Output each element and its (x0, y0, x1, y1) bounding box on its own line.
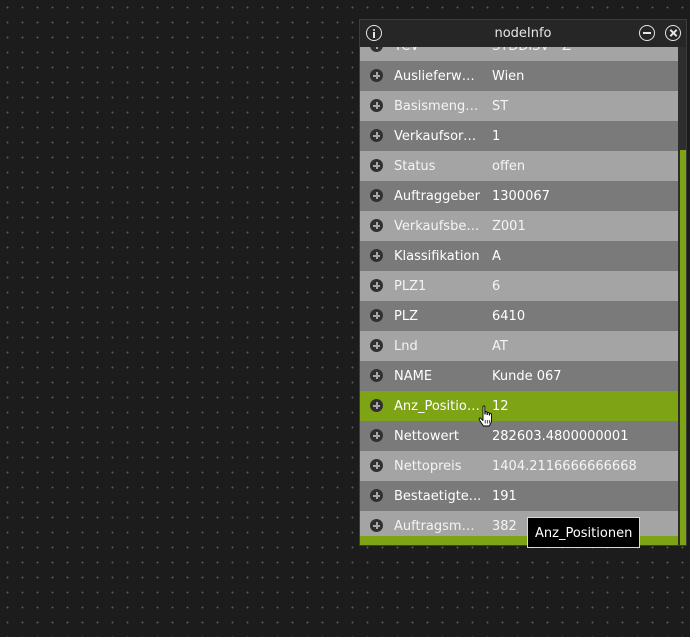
property-key: Auftragsmen... (394, 519, 482, 534)
property-row[interactable]: Status offen (360, 151, 678, 181)
property-key: Auslieferwerk (394, 69, 482, 84)
plus-circle-icon[interactable] (370, 369, 383, 382)
plus-circle-icon[interactable] (370, 489, 383, 502)
property-value: 282603.4800000001 (492, 429, 629, 444)
property-row[interactable]: Bestaetigte... 191 (360, 481, 678, 511)
plus-circle-icon[interactable] (370, 189, 383, 202)
property-key: Bestaetigte... (394, 489, 482, 504)
plus-circle-icon[interactable] (370, 159, 383, 172)
property-key: NAME (394, 369, 433, 384)
property-row[interactable]: NAME Kunde 067 (360, 361, 678, 391)
plus-circle-icon[interactable] (370, 129, 383, 142)
minimize-icon[interactable] (639, 25, 655, 41)
window-title: nodeInfo (494, 26, 552, 41)
plus-circle-icon[interactable] (370, 309, 383, 322)
plus-circle-icon[interactable] (370, 99, 383, 112)
node-info-panel: nodeInfo TCV STDDISV - Z Auslieferwerk Wien… (359, 19, 687, 546)
property-value: A (492, 249, 501, 264)
property-key: Anz_Position... (394, 399, 482, 414)
property-row[interactable]: Klassifikation A (360, 241, 678, 271)
property-key: Status (394, 159, 436, 174)
property-key: TCV (394, 47, 482, 55)
plus-circle-icon[interactable] (370, 47, 383, 52)
property-value: 1300067 (492, 189, 550, 204)
property-row[interactable]: Verkaufsorga... 1 (360, 121, 678, 151)
plus-circle-icon[interactable] (370, 69, 383, 82)
property-row[interactable]: Anz_Position... 12 (360, 391, 678, 421)
plus-circle-icon[interactable] (370, 519, 383, 532)
property-key: Nettopreis (394, 459, 462, 474)
property-row[interactable]: Nettowert 282603.4800000001 (360, 421, 678, 451)
plus-circle-icon[interactable] (370, 429, 383, 442)
property-value: Wien (492, 69, 525, 84)
property-key: PLZ (394, 309, 418, 324)
property-value: 1404.2116666666668 (492, 459, 637, 474)
property-value: Kunde 067 (492, 369, 562, 384)
vertical-scrollbar[interactable] (678, 47, 686, 545)
property-value: ST (492, 99, 509, 114)
plus-circle-icon[interactable] (370, 279, 383, 292)
property-value: 6410 (492, 309, 526, 324)
scrollbar-thumb[interactable] (680, 150, 686, 545)
property-value: 6 (492, 279, 501, 294)
plus-circle-icon[interactable] (370, 399, 383, 412)
property-row[interactable]: Nettopreis 1404.2116666666668 (360, 451, 678, 481)
close-icon[interactable] (665, 25, 681, 41)
tooltip: Anz_Positionen (527, 517, 641, 548)
property-row[interactable]: Lnd AT (360, 331, 678, 361)
property-row[interactable]: Auftraggeber 1300067 (360, 181, 678, 211)
property-key: Auftraggeber (394, 189, 480, 204)
property-row[interactable]: Basismengen... ST (360, 91, 678, 121)
property-key: Lnd (394, 339, 418, 354)
property-list-viewport[interactable]: TCV STDDISV - Z Auslieferwerk Wien Basismeng… (360, 47, 678, 537)
property-key: Verkaufsorga... (394, 129, 482, 144)
property-key: Basismengen... (394, 99, 482, 114)
property-row[interactable]: PLZ 6410 (360, 301, 678, 331)
property-value: AT (492, 339, 508, 354)
property-value: 12 (492, 399, 509, 414)
plus-circle-icon[interactable] (370, 249, 383, 262)
title-bar[interactable]: nodeInfo (360, 20, 686, 47)
property-list: TCV STDDISV - Z Auslieferwerk Wien Basismeng… (360, 47, 678, 537)
plus-circle-icon[interactable] (370, 219, 383, 232)
plus-circle-icon[interactable] (370, 339, 383, 352)
property-value: 191 (492, 489, 517, 504)
property-key: Verkaufsbele... (394, 219, 482, 234)
property-value: 382 (492, 519, 517, 534)
property-value: STDDISV - Z (492, 47, 571, 55)
property-key: Nettowert (394, 429, 459, 444)
property-row[interactable]: Auslieferwerk Wien (360, 61, 678, 91)
property-key: PLZ1 (394, 279, 427, 294)
property-value: Z001 (492, 219, 526, 234)
hand-pointer-icon (478, 405, 492, 427)
property-key: Klassifikation (394, 249, 480, 264)
property-value: 1 (492, 129, 501, 144)
property-value: offen (492, 159, 526, 174)
property-row[interactable]: TCV STDDISV - Z (360, 47, 678, 61)
plus-circle-icon[interactable] (370, 459, 383, 472)
property-row[interactable]: PLZ1 6 (360, 271, 678, 301)
property-row[interactable]: Verkaufsbele... Z001 (360, 211, 678, 241)
